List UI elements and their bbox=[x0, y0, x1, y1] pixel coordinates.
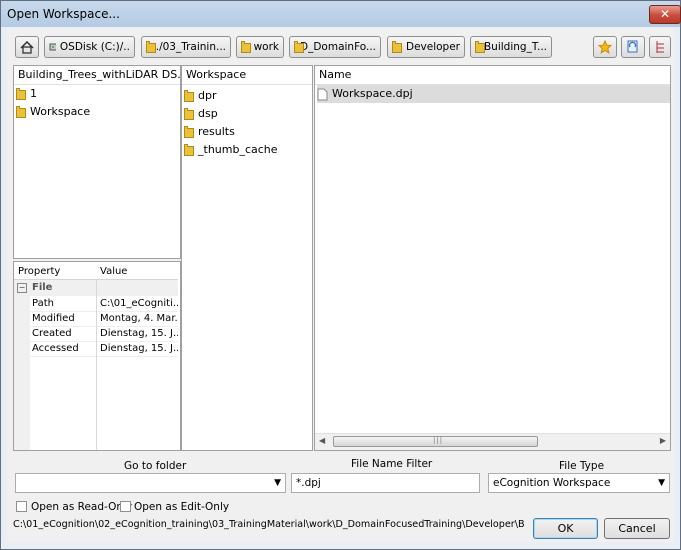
property-value: Dienstag, 15. J... bbox=[100, 328, 178, 339]
drive-icon bbox=[49, 43, 56, 51]
folder-icon bbox=[184, 108, 194, 120]
folder-icon bbox=[241, 41, 251, 53]
folder-icon bbox=[146, 41, 158, 53]
breadcrumb-label: Building_T... bbox=[483, 41, 547, 53]
view-options-icon bbox=[656, 41, 664, 53]
star-icon bbox=[598, 40, 612, 54]
home-icon bbox=[20, 40, 34, 54]
ok-button[interactable]: OK bbox=[533, 518, 598, 539]
folder-icon bbox=[16, 88, 26, 100]
folder-item[interactable]: results bbox=[184, 123, 235, 141]
breadcrumb-building[interactable]: Building_T... bbox=[470, 36, 552, 58]
folder-icon bbox=[392, 41, 402, 53]
folder-item-label: results bbox=[198, 125, 235, 138]
scrollbar-thumb[interactable]: ||| bbox=[333, 436, 538, 447]
breadcrumb-domainfocused[interactable]: D_DomainFo... bbox=[289, 36, 381, 58]
value-column-header: Value bbox=[100, 266, 128, 277]
property-key: Created bbox=[32, 328, 72, 339]
scroll-left-icon[interactable]: ◀ bbox=[319, 436, 325, 445]
folder-icon bbox=[16, 106, 26, 118]
folder-item[interactable]: _thumb_cache bbox=[184, 141, 278, 159]
breadcrumb-label: work bbox=[253, 41, 279, 53]
breadcrumb-work[interactable]: work bbox=[236, 36, 284, 58]
file-item-label: Workspace.dpj bbox=[332, 87, 413, 100]
breadcrumb-developer[interactable]: Developer bbox=[387, 36, 465, 58]
breadcrumb-training[interactable]: ../03_Trainin... bbox=[141, 36, 231, 58]
file-name-filter-input[interactable]: *.dpj bbox=[291, 473, 480, 493]
dropdown-arrow-icon[interactable]: ▼ bbox=[658, 474, 665, 492]
read-only-checkbox[interactable] bbox=[16, 501, 27, 512]
tree-item[interactable]: 1 bbox=[16, 85, 37, 103]
edit-only-checkbox[interactable] bbox=[120, 501, 131, 512]
breadcrumb-label: OSDisk (C:)/.. bbox=[59, 41, 130, 53]
tree-item-label: 1 bbox=[30, 87, 37, 100]
refresh-icon bbox=[627, 40, 638, 53]
folder-item[interactable]: dpr bbox=[184, 87, 217, 105]
properties-header: Property Value bbox=[14, 264, 178, 280]
file-type-label: File Type bbox=[559, 460, 605, 472]
dropdown-arrow-icon[interactable]: ▼ bbox=[274, 474, 281, 492]
property-value: Dienstag, 15. J... bbox=[100, 343, 178, 354]
breadcrumb-label: Developer bbox=[405, 41, 460, 53]
folder-icon bbox=[184, 90, 194, 102]
close-icon: ✕ bbox=[659, 7, 671, 21]
folder-tree-pane[interactable]: Building_Trees_withLiDAR DS... 1 Workspa… bbox=[13, 65, 181, 259]
folder-tree-header: Building_Trees_withLiDAR DS... bbox=[14, 66, 180, 85]
dialog-body: OSDisk (C:)/.. ../03_Trainin... work D_D… bbox=[7, 28, 674, 542]
folder-icon bbox=[184, 144, 194, 156]
tree-item-label: Workspace bbox=[30, 105, 91, 118]
property-value: C:\01_eCogniti... bbox=[100, 298, 178, 309]
home-button[interactable] bbox=[15, 36, 39, 58]
category-label: File bbox=[32, 282, 53, 293]
name-column-header[interactable]: Name bbox=[315, 66, 670, 85]
goto-folder-label: Go to folder bbox=[124, 460, 187, 472]
file-type-select[interactable]: eCognition Workspace ▼ bbox=[488, 473, 670, 493]
folder-item-label: _thumb_cache bbox=[198, 143, 278, 156]
breadcrumb-label: ../03_Trainin... bbox=[152, 41, 226, 53]
folder-icon bbox=[475, 41, 485, 53]
folder-icon bbox=[184, 126, 194, 138]
property-value: Montag, 4. Mar... bbox=[100, 313, 178, 324]
breadcrumb-label: D_DomainFo... bbox=[300, 41, 376, 53]
scroll-right-icon[interactable]: ▶ bbox=[660, 436, 666, 445]
title-bar[interactable]: Open Workspace... ✕ bbox=[1, 1, 681, 27]
workspace-pane[interactable]: Workspace dpr dsp results _thumb_cache bbox=[181, 65, 313, 451]
folder-item-label: dsp bbox=[198, 107, 218, 120]
read-only-label[interactable]: Open as Read-Only bbox=[31, 501, 132, 513]
file-name-filter-label: File Name Filter bbox=[351, 458, 433, 470]
folder-icon bbox=[294, 41, 304, 53]
cancel-button[interactable]: Cancel bbox=[604, 518, 670, 539]
file-type-value: eCognition Workspace bbox=[493, 477, 611, 489]
view-options-button[interactable] bbox=[649, 36, 671, 58]
file-item-selected[interactable]: Workspace.dpj bbox=[317, 85, 670, 103]
properties-pane[interactable]: Property Value − File Path C:\01_eCognit… bbox=[13, 261, 181, 451]
property-key: Path bbox=[32, 298, 54, 309]
goto-folder-combobox[interactable]: ▼ bbox=[15, 473, 286, 493]
property-key: Accessed bbox=[32, 343, 79, 354]
breadcrumb-osdisk[interactable]: OSDisk (C:)/.. bbox=[44, 36, 135, 58]
files-pane[interactable]: Name Workspace.dpj ◀ ||| ▶ bbox=[314, 65, 671, 451]
window-title: Open Workspace... bbox=[7, 7, 120, 21]
workspace-header: Workspace bbox=[182, 66, 312, 85]
document-icon bbox=[317, 88, 328, 100]
grip-icon: ||| bbox=[433, 436, 444, 444]
property-column-header: Property bbox=[18, 266, 61, 277]
property-key: Modified bbox=[32, 313, 75, 324]
open-workspace-dialog: Open Workspace... ✕ OSDisk (C:)/.. ../03… bbox=[0, 0, 681, 550]
close-button[interactable]: ✕ bbox=[649, 5, 681, 24]
favorites-button[interactable] bbox=[593, 36, 617, 58]
folder-item-label: dpr bbox=[198, 89, 217, 102]
horizontal-scrollbar[interactable]: ◀ ||| ▶ bbox=[315, 433, 670, 450]
current-path: C:\01_eCognition\02_eCognition_training\… bbox=[13, 519, 525, 530]
tree-item[interactable]: Workspace bbox=[16, 103, 90, 121]
refresh-button[interactable] bbox=[621, 36, 645, 58]
collapse-icon[interactable]: − bbox=[17, 283, 27, 293]
edit-only-label[interactable]: Open as Edit-Only bbox=[134, 501, 229, 513]
folder-item[interactable]: dsp bbox=[184, 105, 218, 123]
